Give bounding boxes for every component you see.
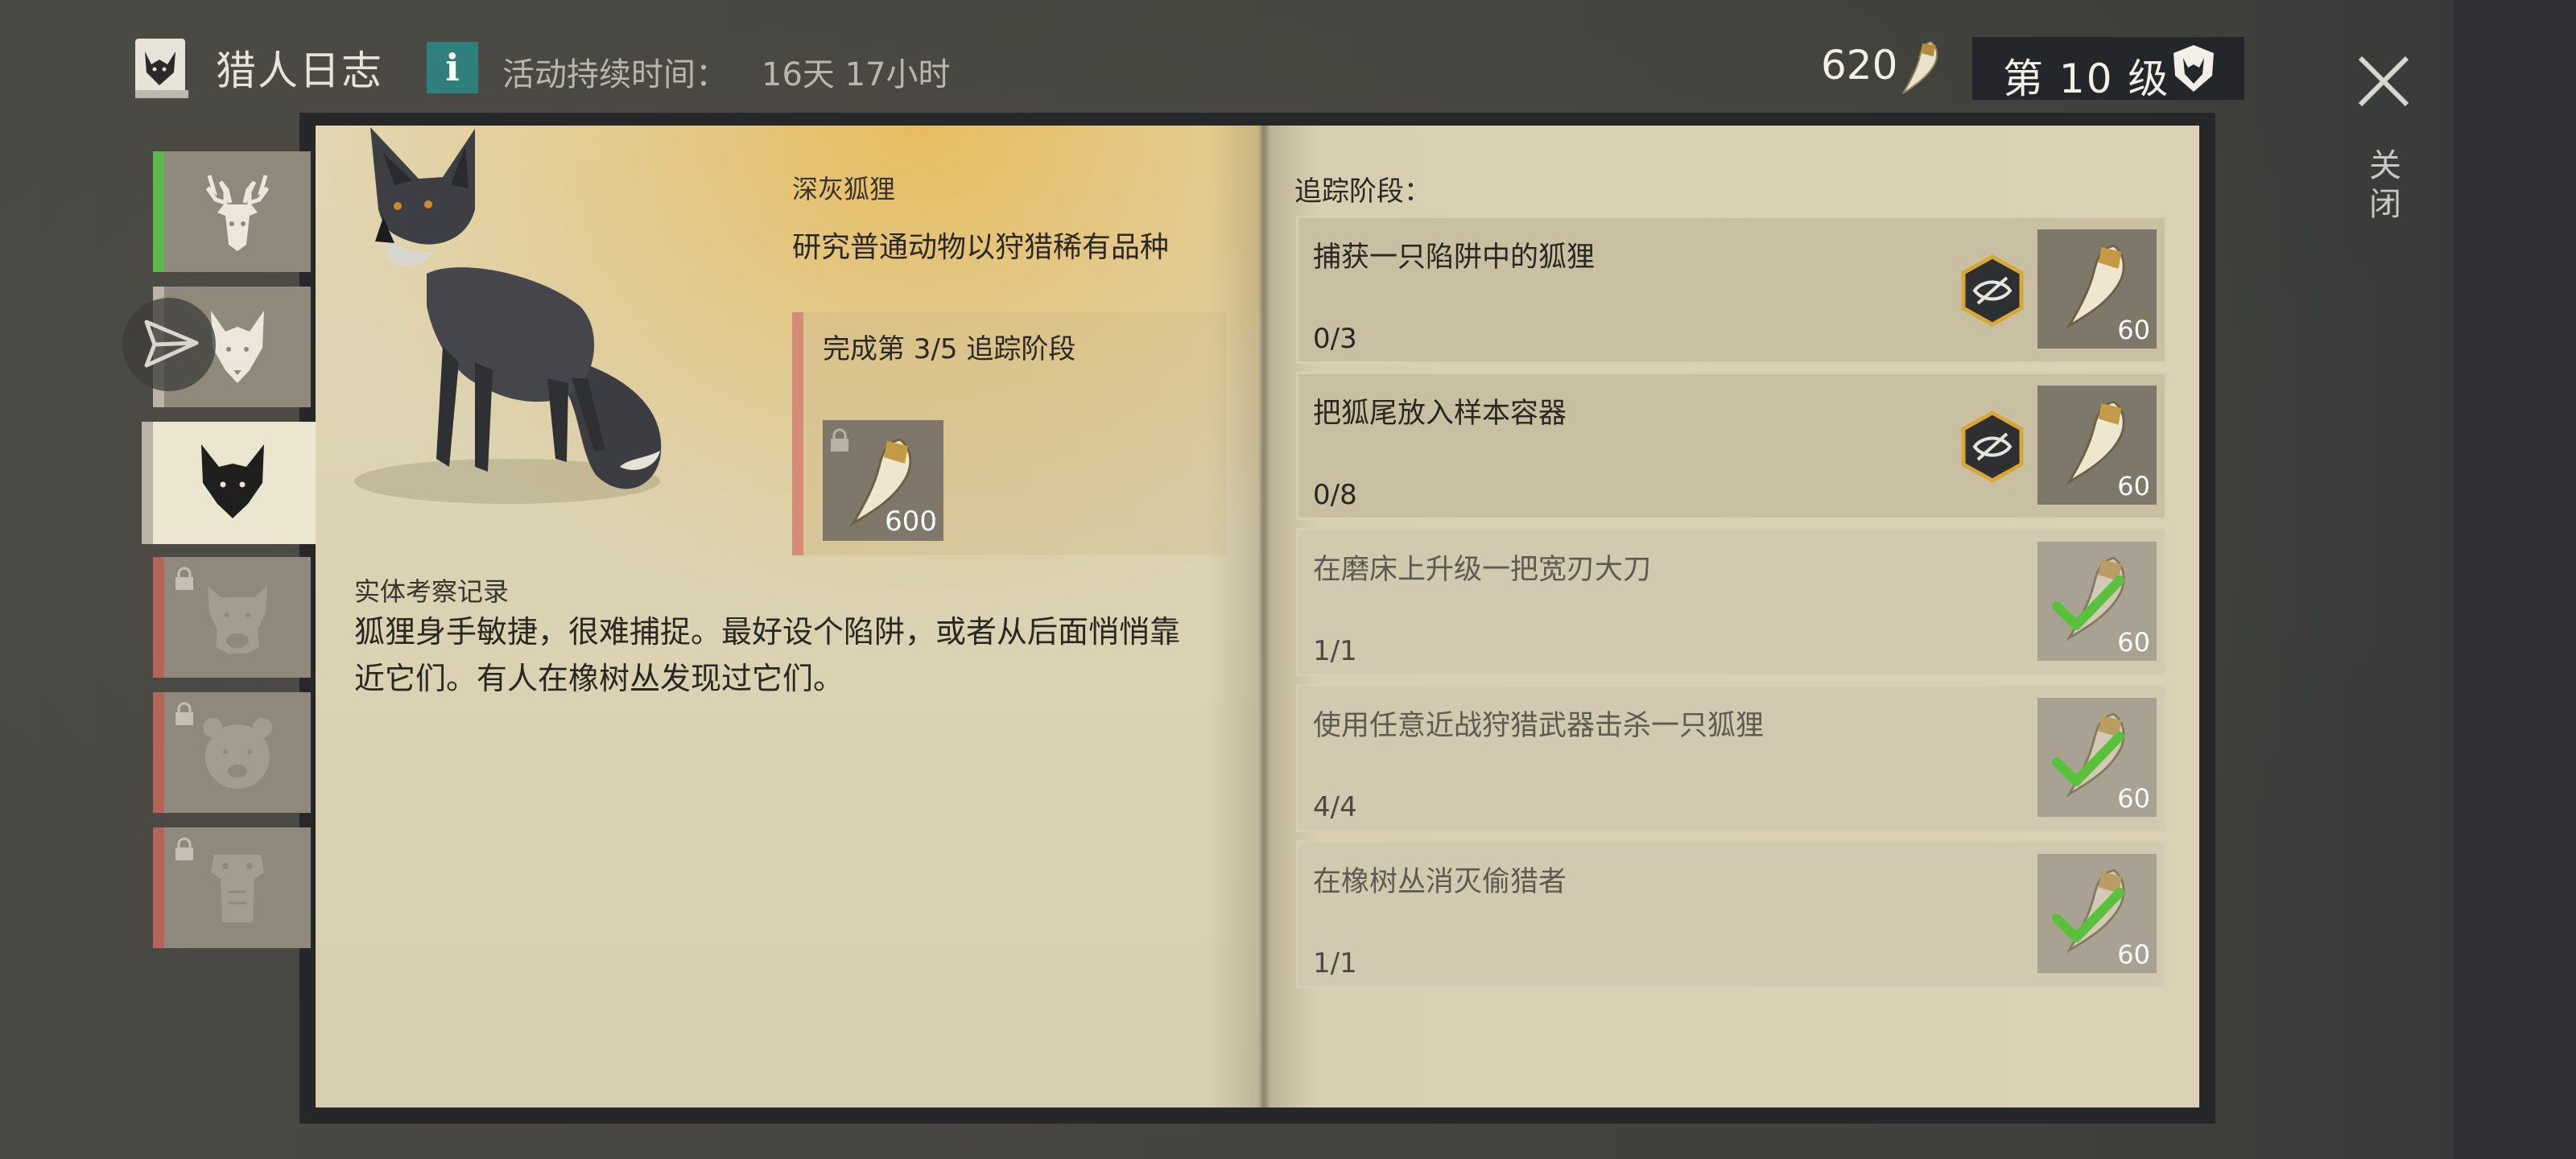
- reward-count: 60: [2117, 471, 2150, 501]
- deer-icon: [205, 175, 270, 251]
- task-progress: 4/4: [1313, 791, 1357, 823]
- task-label: 把狐尾放入样本容器: [1313, 398, 1567, 430]
- locked-stripe: [153, 557, 164, 678]
- task-row: 使用任意近战狩猎武器击杀一只狐狸 4/4 60: [1296, 684, 2167, 832]
- task-label: 在橡树丛消灭偷猎者: [1313, 866, 1567, 898]
- alligator-icon: [211, 855, 264, 922]
- right-edge-panel: [2454, 0, 2576, 1159]
- level-badge: 第 10 级: [1972, 37, 2244, 102]
- task-progress: 0/3: [1313, 323, 1357, 355]
- event-duration-value: 16天 17小时: [762, 56, 951, 93]
- share-button[interactable]: [122, 298, 216, 391]
- close-icon[interactable]: [2354, 52, 2413, 111]
- journal-wolf-icon: [135, 39, 188, 98]
- checkmark-icon: [2052, 888, 2124, 942]
- page-title: 猎人日志: [216, 47, 383, 94]
- share-icon: [144, 320, 199, 368]
- locked-stripe: [153, 827, 164, 948]
- stage-reward[interactable]: 600: [823, 420, 943, 541]
- task-progress: 1/1: [1313, 947, 1357, 980]
- currency-amount: 620: [1821, 42, 1898, 89]
- reward-count: 60: [2117, 783, 2150, 814]
- fox-illustration: [354, 127, 662, 504]
- task-progress: 1/1: [1313, 635, 1357, 667]
- tab-boar[interactable]: [153, 557, 311, 678]
- hidden-eye-icon[interactable]: [1955, 410, 2029, 484]
- hidden-eye-icon[interactable]: [1955, 254, 2029, 328]
- tracking-progress-card: 完成第 3/5 追踪阶段 600: [792, 312, 1227, 555]
- animal-name: 深灰狐狸: [792, 174, 896, 204]
- task-reward[interactable]: 60: [2037, 386, 2157, 505]
- task-row: 在橡树丛消灭偷猎者 1/1 60: [1296, 840, 2167, 988]
- tab-bear[interactable]: [153, 692, 311, 813]
- event-duration-label: 活动持续时间：: [502, 56, 728, 93]
- lock-icon: [175, 702, 193, 725]
- task-row: 捕获一只陷阱中的狐狸 0/3 60: [1296, 216, 2167, 364]
- task-reward[interactable]: 60: [2037, 229, 2157, 349]
- fox-icon: [201, 444, 264, 518]
- close-label[interactable]: 关闭: [2359, 148, 2405, 225]
- tab-deer[interactable]: [153, 151, 311, 272]
- tracking-stages-heading: 追踪阶段：: [1294, 175, 1431, 208]
- progress-accent: [792, 312, 803, 555]
- progress-title: 完成第 3/5 追踪阶段: [823, 333, 1076, 365]
- boar-icon: [208, 586, 267, 654]
- task-label: 使用任意近战狩猎武器击杀一只狐狸: [1313, 710, 1765, 742]
- fang-currency-icon: [1902, 40, 1938, 94]
- field-notes-text: 狐狸身手敏捷，很难捕捉。最好设个陷阱，或者从后面悄悄靠近它们。有人在橡树丛发现过…: [354, 614, 1181, 696]
- task-label: 捕获一只陷阱中的狐狸: [1313, 241, 1596, 274]
- reward-count: 600: [885, 505, 937, 538]
- task-reward[interactable]: 60: [2037, 542, 2157, 661]
- tab-alligator[interactable]: [153, 827, 311, 948]
- reward-count: 60: [2117, 315, 2150, 345]
- task-row: 把狐尾放入样本容器 0/8 60: [1296, 372, 2167, 520]
- bear-icon: [203, 718, 272, 789]
- task-row: 在磨床上升级一把宽刃大刀 1/1 60: [1296, 528, 2167, 676]
- level-label: 第 10 级: [2003, 56, 2170, 102]
- task-reward[interactable]: 60: [2037, 698, 2157, 817]
- reward-count: 60: [2117, 939, 2150, 970]
- checkmark-icon: [2052, 732, 2124, 786]
- lock-icon: [175, 837, 193, 860]
- checkmark-icon: [2052, 575, 2124, 630]
- locked-stripe: [153, 692, 164, 813]
- info-button[interactable]: i: [427, 42, 478, 93]
- task-reward[interactable]: 60: [2037, 854, 2157, 973]
- animal-description: 研究普通动物以狩猎稀有品种: [792, 231, 1170, 264]
- task-progress: 0/8: [1313, 479, 1357, 511]
- tab-fox[interactable]: [142, 422, 316, 544]
- reward-count: 60: [2117, 627, 2150, 658]
- completed-stripe: [153, 151, 164, 272]
- lock-icon: [175, 567, 193, 590]
- selected-stripe: [142, 422, 153, 544]
- task-label: 在磨床上升级一把宽刃大刀: [1313, 554, 1652, 586]
- wolf-shield-icon: [2174, 45, 2214, 92]
- field-notes-title: 实体考察记录: [354, 576, 510, 607]
